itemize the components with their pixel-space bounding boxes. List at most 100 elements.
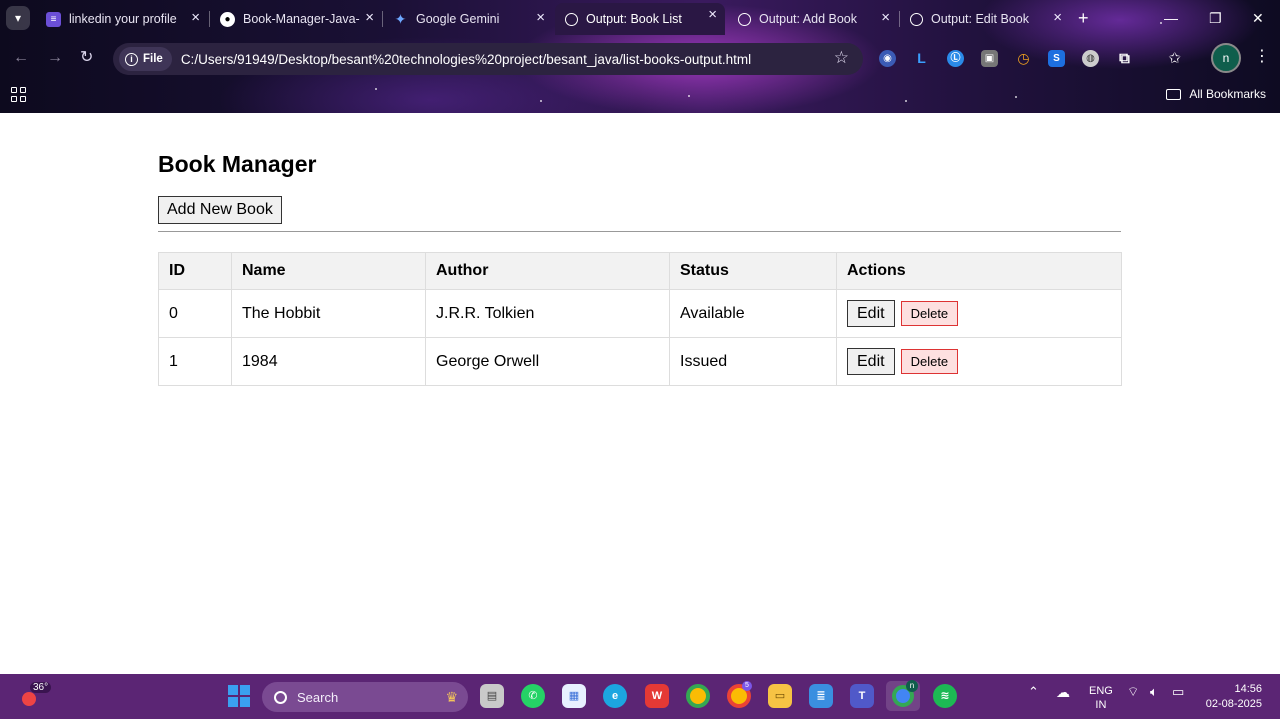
cell-id: 1 (158, 337, 232, 386)
edge-icon[interactable]: e (603, 684, 627, 708)
close-icon[interactable]: × (708, 7, 717, 23)
column-header-status: Status (669, 252, 837, 290)
tab-title: linkedin your profile (69, 12, 177, 26)
system-clock[interactable]: 14:56 02-08-2025 (1206, 682, 1262, 712)
tab-add-book[interactable]: Output: Add Book × (728, 6, 898, 32)
column-header-name: Name (231, 252, 426, 290)
weather-temperature: 36° (30, 682, 52, 693)
cell-id: 0 (158, 289, 232, 338)
tab-title: Book-Manager-Java- (243, 12, 360, 26)
bookmark-star-icon[interactable]: ☆ (834, 48, 849, 68)
spotify-icon[interactable]: ≋ (933, 684, 957, 708)
scheme-label: File (143, 53, 163, 65)
column-header-author: Author (425, 252, 670, 290)
column-header-actions: Actions (836, 252, 1122, 290)
task-view-icon[interactable]: ▤ (480, 684, 504, 708)
language-indicator[interactable]: ENG IN (1089, 684, 1113, 712)
extension-icon[interactable]: ◍ (1082, 50, 1099, 67)
timer-icon[interactable]: ◷ (1015, 50, 1032, 67)
extension-icon[interactable]: ◉ (879, 50, 896, 67)
forms-icon: ≡ (46, 11, 61, 27)
notification-badge: 5 (742, 681, 752, 691)
delete-button[interactable]: Delete (900, 301, 959, 326)
restore-button[interactable]: ❐ (1209, 8, 1222, 28)
cell-name: 1984 (231, 337, 426, 386)
tab-gemini[interactable]: ✦ Google Gemini × (383, 6, 553, 32)
close-icon[interactable]: × (365, 10, 374, 26)
battery-icon[interactable]: ▭ (1172, 684, 1184, 700)
browser-toolbar: ← → ↻ i File C:/Users/91949/Desktop/besa… (0, 38, 1280, 80)
search-highlight-icon: ♛ (445, 688, 458, 705)
extension-icon[interactable]: ▣ (981, 50, 998, 67)
close-icon[interactable]: × (536, 10, 545, 26)
delete-button[interactable]: Delete (900, 349, 959, 374)
edit-button[interactable]: Edit (847, 348, 895, 375)
all-bookmarks-button[interactable]: All Bookmarks (1166, 87, 1266, 101)
globe-icon (565, 12, 578, 26)
close-icon[interactable]: × (191, 10, 200, 26)
bookmarks-icon[interactable]: ✩ (1166, 50, 1183, 67)
github-icon: ● (220, 11, 235, 27)
clock-date: 02-08-2025 (1205, 698, 1262, 710)
tab-title: Output: Edit Book (931, 12, 1029, 26)
wps-office-icon[interactable]: W (645, 684, 669, 708)
forward-button[interactable]: → (47, 48, 63, 68)
whatsapp-icon[interactable]: ✆ (521, 684, 545, 708)
wifi-icon[interactable]: ⌔ (1127, 684, 1139, 700)
chevron-down-icon: ▾ (14, 11, 22, 25)
region-code: IN (1095, 699, 1107, 711)
profile-avatar[interactable]: n (1211, 43, 1241, 73)
reload-button[interactable]: ↻ (80, 48, 93, 68)
new-tab-button[interactable]: + (1078, 8, 1089, 28)
tab-book-list[interactable]: Output: Book List × (555, 3, 725, 35)
cell-author: J.R.R. Tolkien (425, 289, 670, 338)
info-icon: i (125, 52, 138, 66)
chevron-up-icon[interactable]: ⌃ (1028, 684, 1039, 700)
address-bar[interactable]: i File C:/Users/91949/Desktop/besant%20t… (113, 43, 863, 75)
close-window-button[interactable]: ✕ (1252, 8, 1264, 28)
close-icon[interactable]: × (1053, 10, 1062, 26)
extensions-puzzle-icon[interactable]: ⧉ (1116, 50, 1133, 67)
tab-edit-book[interactable]: Output: Edit Book × (900, 6, 1070, 32)
tab-title: Output: Book List (586, 12, 682, 26)
linkedin-helper-icon[interactable]: L (913, 50, 930, 67)
file-explorer-icon[interactable]: ▭ (768, 684, 792, 708)
close-icon[interactable]: × (881, 10, 890, 26)
all-bookmarks-label: All Bookmarks (1189, 87, 1266, 101)
profile-badge: n (906, 680, 918, 692)
notepad-icon[interactable]: ≣ (809, 684, 833, 708)
language-code: ENG (1089, 685, 1113, 697)
extension-icon[interactable]: S (1048, 50, 1065, 67)
volume-icon[interactable]: 🔈︎ (1150, 684, 1158, 700)
gemini-icon: ✦ (394, 10, 407, 27)
browser-chrome: ▾ ≡ linkedin your profile × ● Book-Manag… (0, 0, 1280, 113)
globe-icon (738, 12, 751, 26)
start-button[interactable] (228, 685, 250, 707)
bookmarks-bar: All Bookmarks (0, 80, 1280, 113)
extension-icon[interactable]: Ⓛ (947, 50, 964, 67)
back-button[interactable]: ← (13, 48, 29, 68)
add-new-book-button[interactable]: Add New Book (158, 196, 282, 224)
teams-icon[interactable]: T (850, 684, 874, 708)
url-text[interactable]: C:/Users/91949/Desktop/besant%20technolo… (181, 52, 751, 67)
table-header-row: ID Name Author Status Actions (158, 252, 1122, 290)
tab-github[interactable]: ● Book-Manager-Java- × (210, 6, 382, 32)
folder-icon (1166, 88, 1182, 100)
tab-search-button[interactable]: ▾ (6, 6, 30, 30)
table-row: 1 1984 George Orwell Issued Edit Delete (158, 337, 1122, 386)
column-header-id: ID (158, 252, 232, 290)
menu-icon[interactable]: ⋮ (1254, 47, 1270, 67)
chrome-icon[interactable] (686, 684, 710, 708)
search-icon (274, 690, 287, 704)
cell-status: Issued (669, 337, 837, 386)
tab-title: Output: Add Book (759, 12, 857, 26)
minimize-button[interactable]: — (1164, 8, 1178, 28)
microsoft-store-icon[interactable]: ▦ (562, 684, 586, 708)
taskbar-search[interactable]: Search ♛ (262, 682, 468, 712)
tab-linkedin[interactable]: ≡ linkedin your profile × (36, 6, 208, 32)
site-info-chip[interactable]: i File (119, 47, 172, 71)
onedrive-cloud-icon[interactable]: ☁ (1056, 684, 1070, 701)
edit-button[interactable]: Edit (847, 300, 895, 327)
tab-title: Google Gemini (416, 12, 500, 26)
apps-icon[interactable] (11, 87, 26, 102)
